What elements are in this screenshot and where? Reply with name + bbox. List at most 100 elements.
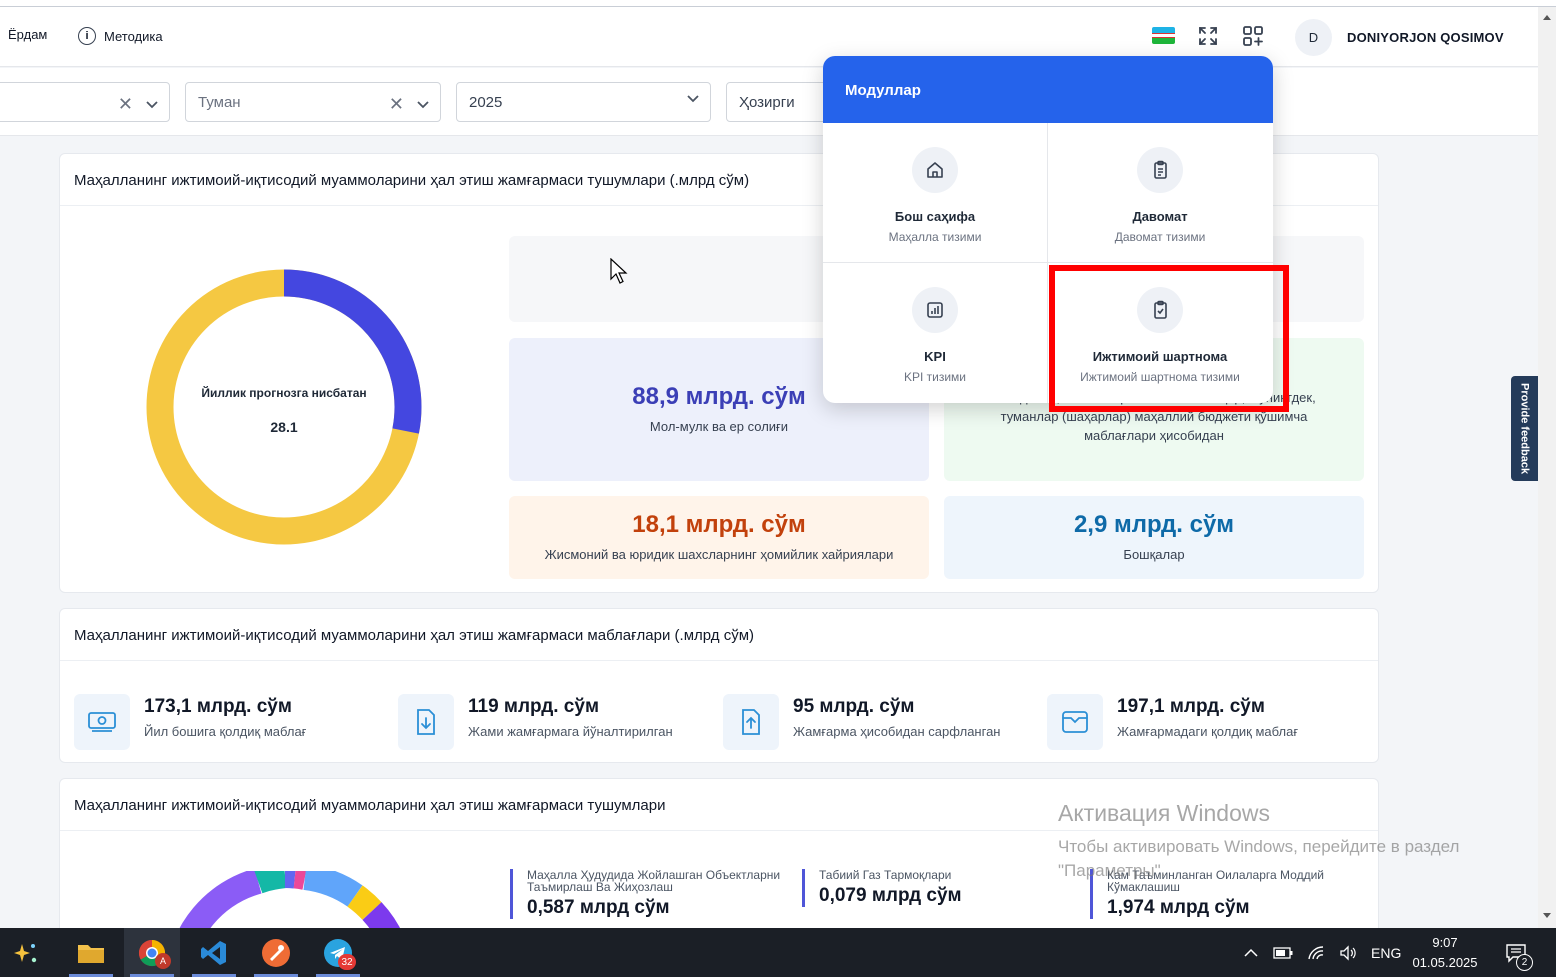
funds-card: Маҳалланинг ижтимоий-иқтисодий муаммолар… — [59, 608, 1379, 763]
fund-label: Жамғарма ҳисобидан сарфланган — [793, 724, 1001, 739]
breakdown-value: 0,587 млрд сўм — [527, 897, 670, 918]
module-kpi[interactable]: KPI KPI тизими — [823, 263, 1047, 403]
notifications-button[interactable]: 2 — [1505, 928, 1533, 977]
fund-item: 119 млрд. сўм Жами жамғармага йўналтирил… — [398, 694, 673, 750]
scrollbar[interactable] — [1538, 7, 1556, 928]
help-link[interactable]: Ёрдам — [8, 27, 47, 42]
telegram-icon[interactable]: 32 — [310, 928, 366, 977]
forecast-donut-chart — [146, 269, 422, 545]
period-value: Ҳозирги — [739, 93, 795, 111]
breakdown-title: Маҳалла Ҳудудида Жойлашган Объектларни Т… — [527, 868, 781, 894]
method-label: Методика — [104, 28, 163, 44]
breakdown-title: Табиий Газ Тармоқлари — [819, 868, 952, 882]
modules-title: Модуллар — [823, 56, 1273, 123]
clipboard-icon — [1137, 147, 1183, 193]
copilot-icon[interactable] — [0, 928, 50, 977]
windows-taskbar: A 32 ENG 9:07 01.05.2025 2 — [0, 928, 1556, 977]
breakdown-item: Маҳалла Ҳудудида Жойлашган Объектларни Т… — [510, 869, 787, 919]
donut-label: Йиллик прогнозга нисбатан — [201, 386, 367, 400]
stat-sponsorship: 18,1 млрд. сўм Жисмоний ва юридик шахсла… — [509, 496, 929, 579]
module-desc: KPI тизими — [903, 370, 967, 384]
fullscreen-icon[interactable] — [1197, 25, 1219, 47]
funds-card-title: Маҳалланинг ижтимоий-иқтисодий муаммолар… — [60, 609, 1378, 661]
stat-label: Жисмоний ва юридик шахсларнинг ҳомийлик … — [544, 547, 894, 562]
donut-segment — [303, 871, 363, 907]
home-icon — [912, 147, 958, 193]
stat-label: Мол-мулк ва ер солиғи — [649, 419, 789, 434]
district-select[interactable]: Туман ✕ — [185, 82, 441, 122]
feedback-label: Provide feedback — [1518, 382, 1531, 475]
chart-icon — [912, 287, 958, 333]
money-icon — [74, 694, 130, 750]
username[interactable]: DONIYORJON QOSIMOV — [1347, 30, 1504, 45]
stat-value: 18,1 млрд. сўм — [632, 511, 806, 538]
stat-value: 88,9 млрд. сўм — [632, 383, 806, 410]
clock-time: 9:07 — [1432, 935, 1458, 950]
fund-item: 173,1 млрд. сўм Йил бошига қолдиқ маблағ — [74, 694, 306, 750]
module-name: Бош саҳифа — [894, 209, 976, 224]
stat-value: 2,9 млрд. сўм — [1073, 511, 1235, 538]
mouse-cursor-icon — [610, 258, 628, 284]
chevron-down-icon[interactable] — [686, 94, 700, 104]
volume-icon[interactable] — [1339, 944, 1357, 961]
chrome-profile-badge: A — [155, 953, 171, 969]
chevron-down-icon[interactable] — [145, 100, 159, 110]
notification-count-badge: 2 — [1516, 954, 1533, 971]
module-desc: Маҳалла тизими — [888, 230, 982, 244]
year-value: 2025 — [469, 93, 503, 111]
upload-doc-icon — [723, 694, 779, 750]
scroll-down-icon[interactable] — [1542, 912, 1552, 920]
system-tray: ENG — [1243, 928, 1401, 977]
activation-text: Чтобы активировать Windows, перейдите в … — [1058, 837, 1460, 880]
help-label: Ёрдам — [8, 27, 48, 42]
region-select[interactable]: ✕ — [0, 82, 170, 122]
donut-segment — [293, 871, 307, 890]
windows-activation-watermark: Активация Windows Чтобы активировать Win… — [1058, 800, 1498, 883]
postman-icon[interactable] — [248, 928, 304, 977]
fund-item: 197,1 млрд. сўм Жамғармадаги қолдиқ мабл… — [1047, 694, 1298, 750]
fund-value: 197,1 млрд. сўм — [1117, 696, 1265, 717]
module-attendance[interactable]: Давомат Давомат тизими — [1048, 123, 1272, 263]
activation-title: Активация Windows — [1058, 800, 1270, 826]
chevron-up-icon[interactable] — [1243, 948, 1259, 958]
language-indicator[interactable]: ENG — [1371, 945, 1401, 961]
breakdown-value: 0,079 млрд сўм — [819, 885, 962, 906]
method-link[interactable]: i Методика — [78, 27, 163, 45]
breakdown-value: 1,974 млрд сўм — [1107, 897, 1250, 918]
chrome-icon[interactable]: A — [124, 928, 180, 977]
fund-value: 95 млрд. сўм — [793, 696, 915, 717]
download-doc-icon — [398, 694, 454, 750]
feedback-button[interactable]: Provide feedback — [1511, 376, 1538, 481]
fund-value: 173,1 млрд. сўм — [144, 696, 292, 717]
info-icon: i — [78, 27, 96, 45]
battery-icon[interactable] — [1273, 946, 1293, 959]
fund-label: Жамғармадаги қолдиқ маблағ — [1117, 724, 1299, 739]
stat-other: 2,9 млрд. сўм Бошқалар — [944, 496, 1364, 579]
scroll-up-icon[interactable] — [1542, 13, 1552, 21]
fund-label: Йил бошига қолдиқ маблағ — [144, 724, 307, 739]
fund-label: Жами жамғармага йўналтирилган — [468, 724, 673, 739]
vscode-icon[interactable] — [186, 928, 242, 977]
fund-value: 119 млрд. сўм — [468, 696, 599, 717]
year-select[interactable]: 2025 — [456, 82, 711, 122]
file-explorer-icon[interactable] — [63, 928, 119, 977]
fund-item: 95 млрд. сўм Жамғарма ҳисобидан сарфланг… — [723, 694, 1000, 750]
clock[interactable]: 9:07 01.05.2025 — [1405, 933, 1485, 973]
module-name: KPI — [924, 349, 946, 364]
donut-segment — [254, 871, 287, 894]
avatar[interactable]: D — [1295, 19, 1332, 56]
stat-label: Бошқалар — [1123, 547, 1185, 562]
chevron-down-icon[interactable] — [416, 100, 430, 110]
clear-icon[interactable]: ✕ — [389, 94, 404, 115]
clear-icon[interactable]: ✕ — [118, 94, 133, 115]
uzbek-flag-icon[interactable] — [1152, 27, 1175, 44]
wifi-icon[interactable] — [1307, 945, 1325, 961]
donut-value: 28.1 — [270, 419, 298, 435]
modules-grid-icon[interactable] — [1242, 25, 1264, 47]
highlight-box — [1049, 265, 1289, 412]
donut-segment — [284, 871, 296, 889]
module-name: Давомат — [1132, 209, 1188, 224]
browser-top-edge — [0, 0, 1556, 7]
telegram-unread-badge: 32 — [338, 954, 356, 970]
module-home[interactable]: Бош саҳифа Маҳалла тизими — [823, 123, 1047, 263]
